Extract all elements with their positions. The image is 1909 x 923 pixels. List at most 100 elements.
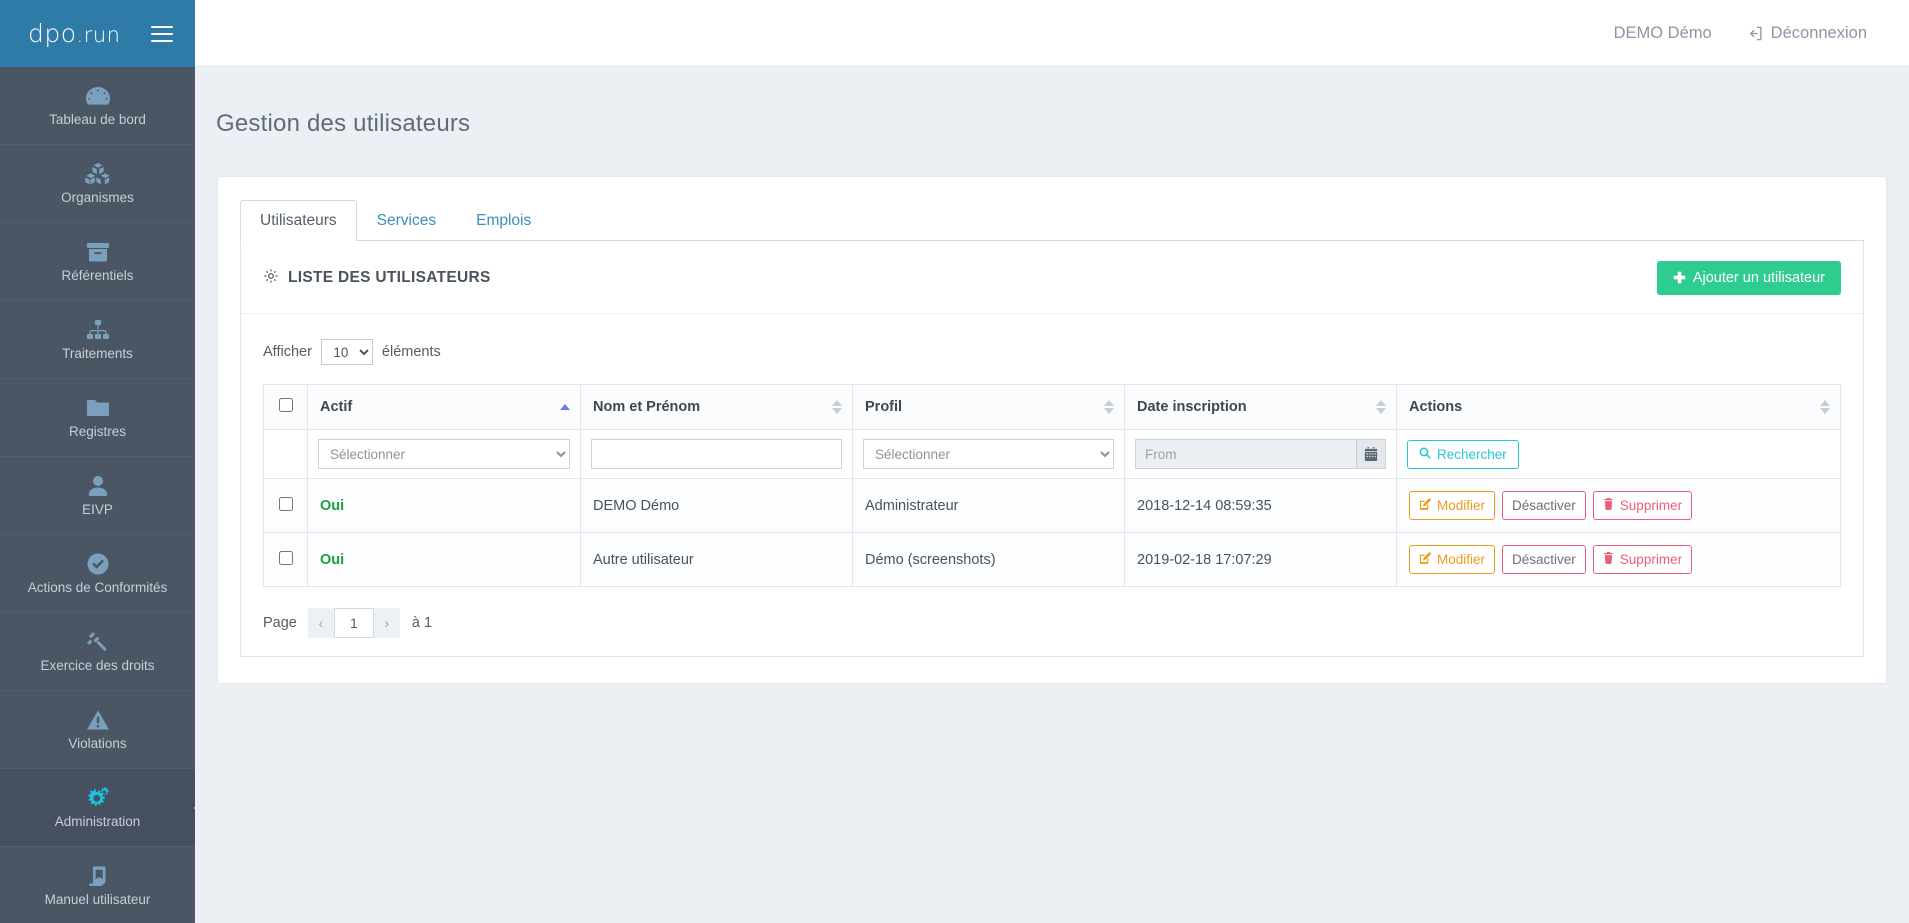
select-all-checkbox[interactable] (278, 398, 293, 413)
users-list-box: LISTE DES UTILISATEURS ✚ Ajouter un util… (240, 241, 1864, 658)
filter-nom-input[interactable] (591, 439, 842, 470)
row-checkbox[interactable] (278, 496, 293, 511)
actif-value: Oui (320, 551, 345, 568)
brand-tld: .run (76, 23, 121, 47)
delete-button-label: Supprimer (1619, 552, 1683, 568)
prev-page-button[interactable]: ‹ (307, 608, 334, 639)
length-menu-suffix: éléments (381, 344, 441, 361)
sort-indicator-icon (1376, 400, 1386, 415)
filter-cell-actions: Rechercher (1396, 429, 1841, 480)
page-number-input[interactable] (333, 608, 374, 639)
th-actions[interactable]: Actions (1396, 384, 1841, 431)
users-list-header: LISTE DES UTILISATEURS ✚ Ajouter un util… (241, 241, 1863, 315)
filter-row: Sélectionner Sélectionner From Recherche… (263, 429, 1841, 480)
delete-button[interactable]: Supprimer (1592, 491, 1693, 521)
cell-nom: DEMO Démo (580, 478, 853, 534)
row-select-cell[interactable] (263, 532, 308, 588)
sidebar-item-tableau-de-bord[interactable]: Tableau de bord (0, 67, 195, 145)
add-user-button[interactable]: ✚ Ajouter un utilisateur (1657, 261, 1841, 296)
filter-date-input[interactable] (1135, 439, 1356, 470)
disable-button[interactable]: Désactiver (1502, 545, 1586, 575)
disable-button[interactable]: Désactiver (1502, 491, 1586, 521)
table-row: Oui DEMO Démo Administrateur 2018-12-14 … (263, 478, 1841, 534)
th-nom-et-prenom[interactable]: Nom et Prénom (580, 384, 853, 431)
filter-actif-select[interactable]: Sélectionner (318, 439, 570, 470)
gavel-icon (86, 629, 110, 655)
next-page-button[interactable]: › (373, 608, 400, 639)
row-checkbox[interactable] (278, 550, 293, 565)
length-menu: Afficher 10 éléments (263, 314, 1841, 384)
th-date-inscription[interactable]: Date inscription (1124, 384, 1397, 431)
cubes-icon (84, 161, 111, 187)
sidebar-item-manuel-utilisateur[interactable]: Manuel utilisateur (0, 847, 195, 923)
calendar-icon[interactable] (1356, 439, 1386, 470)
sidebar-item-violations[interactable]: Violations (0, 691, 195, 769)
logout-label: Déconnexion (1770, 23, 1867, 42)
pagination-total: à 1 (411, 615, 433, 632)
sidebar-item-eivp[interactable]: EIVP (0, 457, 195, 535)
table-header-row: Actif Nom et Prénom Profil Date inscript… (263, 384, 1841, 431)
edit-button-label: Modifier (1437, 498, 1486, 514)
cell-profil: Administrateur (852, 478, 1125, 534)
edit-button[interactable]: Modifier (1409, 491, 1496, 521)
sidebar-item-referentiels[interactable]: Référentiels (0, 223, 195, 301)
logout-link[interactable]: Déconnexion (1746, 24, 1867, 43)
sidebar-item-organismes[interactable]: Organismes (0, 145, 195, 223)
th-profil[interactable]: Profil (852, 384, 1125, 431)
book-icon (86, 863, 110, 889)
th-actif[interactable]: Actif (307, 384, 581, 431)
tab-utilisateurs[interactable]: Utilisateurs (240, 200, 357, 242)
row-select-cell[interactable] (263, 478, 308, 534)
brand-logo[interactable]: dpo.run (28, 19, 120, 48)
trash-icon (1603, 552, 1614, 567)
sidebar-item-label: EIVP (82, 502, 113, 517)
th-date-label: Date inscription (1137, 399, 1247, 416)
th-actions-label: Actions (1409, 399, 1463, 416)
filter-cell-empty (263, 429, 308, 480)
page-title: Gestion des utilisateurs (216, 110, 471, 138)
table-container: Afficher 10 éléments Actif Nom et Prénom… (241, 314, 1863, 646)
gear-icon (263, 268, 279, 289)
sidebar-item-label: Manuel utilisateur (44, 892, 151, 907)
sidebar-item-registres[interactable]: Registres (0, 379, 195, 457)
search-icon (1419, 447, 1431, 462)
filter-cell-actif: Sélectionner (307, 429, 581, 480)
filter-cell-nom (580, 429, 853, 480)
topbar: DEMO Démo Déconnexion (195, 0, 1909, 67)
sort-indicator-icon (832, 400, 842, 415)
sidebar-nav: Tableau de bord Organismes Référentiels … (0, 67, 195, 923)
tab-emplois[interactable]: Emplois (456, 200, 551, 241)
delete-button[interactable]: Supprimer (1592, 545, 1693, 575)
edit-button[interactable]: Modifier (1409, 545, 1496, 575)
cell-date: 2018-12-14 08:59:35 (1124, 478, 1397, 534)
row-action-buttons: Modifier Désactiver Supprimer (1409, 491, 1828, 521)
sidebar-item-traitements[interactable]: Traitements (0, 301, 195, 379)
hamburger-icon[interactable] (151, 21, 173, 47)
cell-date: 2019-02-18 17:07:29 (1124, 532, 1397, 588)
th-actif-label: Actif (320, 399, 353, 416)
sidebar: dpo.run Tableau de bord Organismes Référ… (0, 0, 195, 923)
filter-cell-date (1124, 429, 1397, 480)
edit-button-label: Modifier (1437, 552, 1486, 568)
check-circle-icon (86, 551, 110, 577)
sort-indicator-asc-icon (560, 404, 570, 411)
th-nom-label: Nom et Prénom (593, 399, 701, 416)
current-user-label: DEMO Démo (1613, 23, 1712, 42)
sidebar-item-exercice-des-droits[interactable]: Exercice des droits (0, 613, 195, 691)
archive-icon (86, 239, 110, 265)
sidebar-item-label: Registres (68, 424, 127, 439)
pagination: Page ‹ › à 1 (263, 587, 1841, 646)
filter-profil-select[interactable]: Sélectionner (863, 439, 1114, 470)
sidebar-item-actions-de-conformites[interactable]: Actions de Conformités (0, 535, 195, 613)
search-button-label: Rechercher (1437, 446, 1507, 462)
search-button[interactable]: Rechercher (1407, 439, 1519, 469)
current-user-link[interactable]: DEMO Démo (1614, 24, 1712, 43)
add-user-label: Ajouter un utilisateur (1692, 270, 1825, 287)
th-select-all[interactable] (263, 384, 308, 431)
cell-nom: Autre utilisateur (580, 532, 853, 588)
tab-services[interactable]: Services (357, 200, 456, 241)
actif-value: Oui (320, 497, 345, 514)
sidebar-item-label: Actions de Conformités (27, 580, 168, 595)
sidebar-item-administration[interactable]: Administration (0, 769, 195, 847)
length-select[interactable]: 10 (320, 339, 373, 366)
